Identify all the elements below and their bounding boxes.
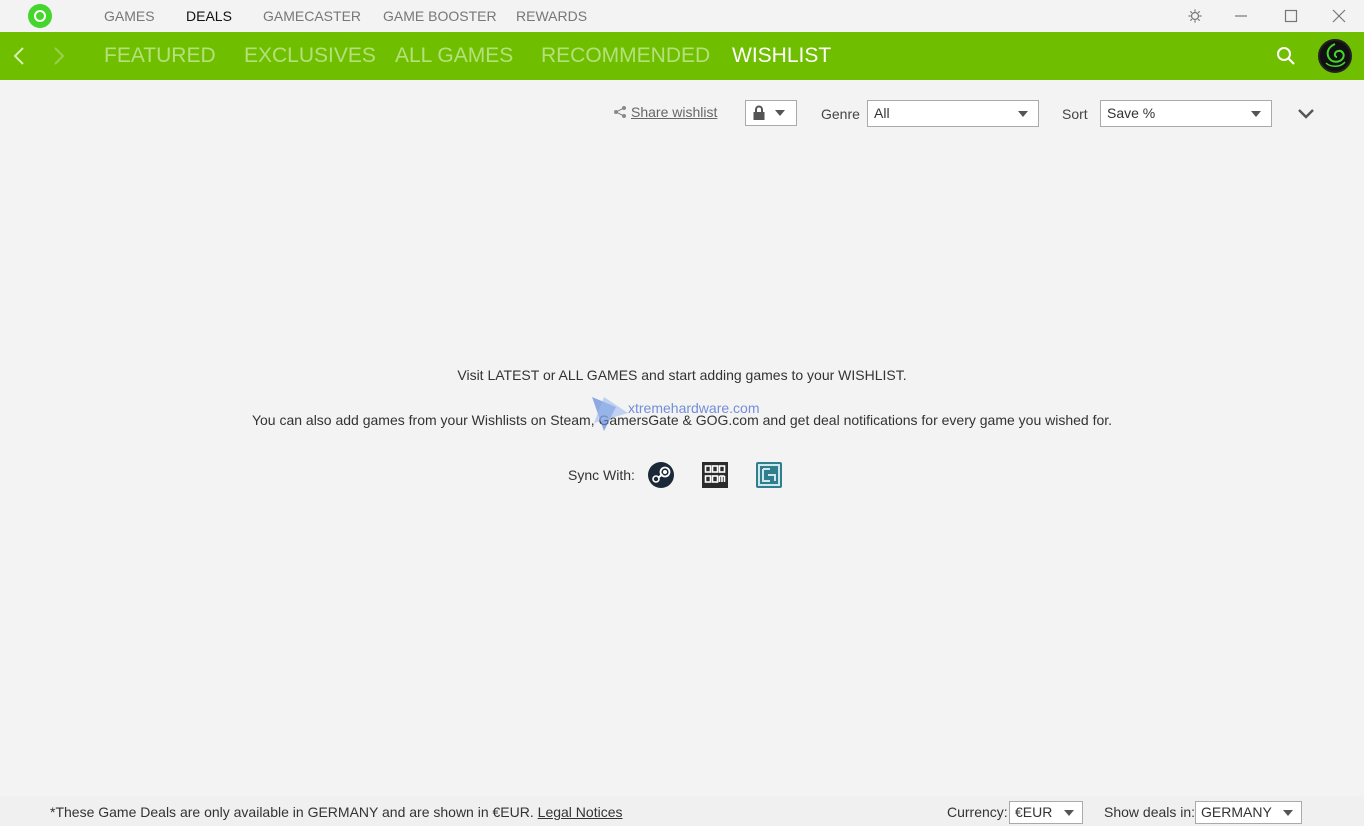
settings-button[interactable] xyxy=(1172,0,1218,32)
topnav-rewards[interactable]: REWARDS xyxy=(516,0,596,32)
genre-value: All xyxy=(874,105,890,121)
share-wishlist-label: Share wishlist xyxy=(631,104,718,120)
close-icon xyxy=(1332,9,1346,23)
search-icon[interactable] xyxy=(1274,44,1298,68)
currency-label: Currency: xyxy=(947,804,1008,820)
avatar[interactable] xyxy=(1318,39,1352,73)
legal-notices-link[interactable]: Legal Notices xyxy=(538,804,623,820)
currency-value: €EUR xyxy=(1015,804,1053,820)
deals-nav-bar: FEATURED EXCLUSIVES ALL GAMES RECOMMENDE… xyxy=(0,32,1364,80)
maximize-icon xyxy=(1284,9,1298,23)
topnav-gamecaster[interactable]: GAMECASTER xyxy=(263,0,373,32)
sort-select[interactable]: Save % xyxy=(1100,100,1272,127)
topnav-game-booster[interactable]: GAME BOOSTER xyxy=(383,0,503,32)
tab-wishlist[interactable]: WISHLIST xyxy=(732,32,831,80)
razer-cortex-logo[interactable] xyxy=(28,4,52,28)
genre-label: Genre xyxy=(821,106,860,122)
genre-select[interactable]: All xyxy=(867,100,1039,127)
region-select[interactable]: GERMANY xyxy=(1195,801,1302,824)
tab-featured[interactable]: FEATURED xyxy=(104,32,216,80)
empty-wishlist-message: Visit LATEST or ALL GAMES and start addi… xyxy=(457,367,907,383)
chevron-down-icon xyxy=(775,110,785,116)
close-button[interactable] xyxy=(1316,0,1362,32)
razer-snake-icon xyxy=(1325,43,1346,67)
forward-arrow-icon[interactable] xyxy=(46,44,70,68)
watermark-logo: xtremehardware.com xyxy=(592,397,760,431)
chevron-down-icon xyxy=(1064,810,1074,816)
gear-icon xyxy=(1188,9,1202,23)
watermark-text: xtremehardware.com xyxy=(628,400,760,416)
minimize-button[interactable] xyxy=(1218,0,1264,32)
topnav-deals[interactable]: DEALS xyxy=(186,0,246,32)
sort-value: Save % xyxy=(1107,105,1156,121)
currency-select[interactable]: €EUR xyxy=(1009,801,1083,824)
maximize-button[interactable] xyxy=(1268,0,1314,32)
back-arrow-icon[interactable] xyxy=(8,44,32,68)
footer-note: *These Game Deals are only available in … xyxy=(50,804,622,820)
show-deals-label: Show deals in: xyxy=(1104,804,1196,820)
topnav-games[interactable]: GAMES xyxy=(104,0,164,32)
lock-icon xyxy=(753,105,765,120)
steam-icon[interactable] xyxy=(647,461,675,489)
tab-all-games[interactable]: ALL GAMES xyxy=(395,32,513,80)
sync-with-label: Sync With: xyxy=(568,467,635,483)
chevron-down-icon xyxy=(1251,111,1261,117)
chevron-down-icon xyxy=(1018,111,1028,117)
share-icon xyxy=(614,106,626,118)
sort-label: Sort xyxy=(1062,106,1088,122)
gamersgate-icon[interactable] xyxy=(755,461,783,489)
title-bar: GAMES DEALS GAMECASTER GAME BOOSTER REWA… xyxy=(0,0,1364,32)
region-value: GERMANY xyxy=(1201,804,1272,820)
chevron-down-icon xyxy=(1283,810,1293,816)
deals-availability-note: *These Game Deals are only available in … xyxy=(50,804,534,820)
gog-icon[interactable] xyxy=(701,461,729,489)
privacy-dropdown[interactable] xyxy=(745,100,797,126)
share-wishlist-link[interactable]: Share wishlist xyxy=(613,104,717,120)
expand-chevron-icon[interactable] xyxy=(1296,104,1316,124)
tab-exclusives[interactable]: EXCLUSIVES xyxy=(244,32,376,80)
tab-recommended[interactable]: RECOMMENDED xyxy=(541,32,710,80)
minimize-icon xyxy=(1235,15,1247,17)
